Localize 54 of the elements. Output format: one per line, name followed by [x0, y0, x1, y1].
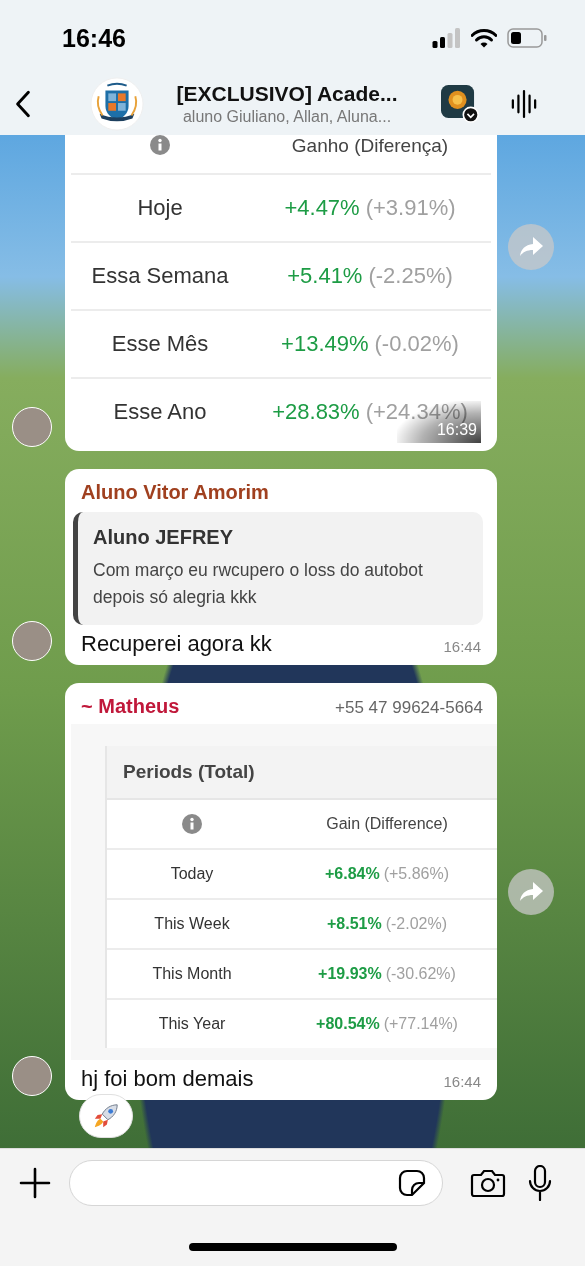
gain-value: +80.54% [316, 1015, 380, 1033]
camera-icon[interactable] [470, 1168, 506, 1198]
rocket-icon [92, 1102, 120, 1130]
column-header: Ganho (Diferença) [291, 135, 449, 157]
plus-icon[interactable] [19, 1167, 51, 1199]
forward-icon[interactable] [508, 868, 554, 915]
message-input[interactable] [69, 1160, 443, 1206]
gain-value: +28.83% [272, 399, 360, 425]
period-label: Esse Ano [113, 399, 207, 425]
difference-value: (-2.02%) [385, 915, 448, 933]
message-time: 16:44 [443, 1073, 481, 1090]
period-label: Today [170, 865, 214, 883]
wifi-icon [471, 28, 497, 48]
difference-value: (+77.14%) [383, 1015, 458, 1033]
group-logo[interactable] [90, 76, 144, 131]
period-label: This Year [158, 1015, 226, 1033]
chat-members[interactable]: aluno Giuliano, Allan, Aluna... [182, 107, 392, 126]
gain-value: +8.51% [326, 915, 382, 933]
message-text: Recuperei agora kk [81, 631, 272, 657]
status-time: 16:46 [62, 23, 126, 53]
gain-value: +5.41% [287, 263, 363, 289]
voice-wave-icon[interactable] [511, 88, 537, 119]
difference-value: (-0.02%) [374, 331, 459, 357]
difference-value: (-2.25%) [368, 263, 453, 289]
column-header: Gain (Difference) [326, 815, 448, 833]
signal-icon [432, 28, 461, 48]
period-label: Essa Semana [91, 263, 229, 289]
gain-value: +13.49% [281, 331, 369, 357]
difference-value: (+5.86%) [383, 865, 450, 883]
chat-title[interactable]: [EXCLUSIVO] Acade... [176, 81, 398, 106]
sender-name[interactable]: Aluno Vitor Amorim [81, 481, 269, 504]
gain-value: +4.47% [284, 195, 360, 221]
back-icon[interactable] [14, 88, 32, 119]
period-label: Esse Mês [111, 331, 209, 357]
difference-value: (-30.62%) [385, 965, 456, 983]
gain-value: +6.84% [324, 865, 380, 883]
info-icon [182, 814, 202, 834]
quote-text: Com março eu rwcupero o loss do autobot depois só alegria kkk [93, 559, 424, 609]
period-label: This Week [154, 915, 230, 933]
sender-name[interactable]: ~ Matheus [81, 695, 180, 718]
gain-value: +19.93% [318, 965, 382, 983]
message-time: 16:44 [443, 638, 481, 655]
sticker-icon[interactable] [398, 1169, 426, 1197]
quoted-message[interactable]: Aluno JEFREY Com março eu rwcupero o loss do autobot depois só alegria kkk [73, 512, 483, 625]
quote-author: Aluno JEFREY [93, 526, 234, 549]
period-label: This Month [152, 965, 232, 983]
period-label: Hoje [137, 195, 183, 221]
sender-phone: +55 47 99624-5664 [335, 698, 483, 718]
microphone-icon[interactable] [527, 1165, 553, 1201]
table-title: Periods (Total) [107, 746, 497, 800]
app-icon[interactable] [441, 84, 479, 123]
difference-value: (+3.91%) [365, 195, 456, 221]
battery-icon [507, 28, 547, 48]
message-text: hj foi bom demais [81, 1066, 254, 1092]
